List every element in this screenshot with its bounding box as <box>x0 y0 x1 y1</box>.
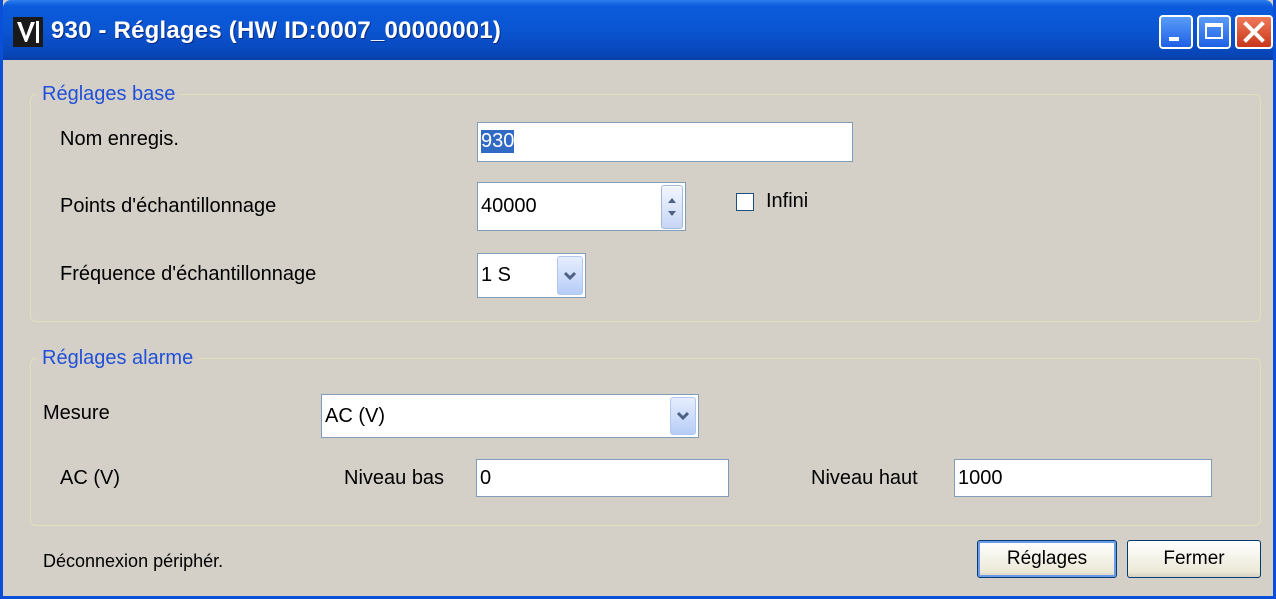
measure-label: Mesure <box>43 402 110 424</box>
alarm-unit-label: AC (V) <box>60 467 120 489</box>
alarm-settings-legend: Réglages alarme <box>37 347 199 370</box>
title-bar[interactable]: 930 - Réglages (HW ID:0007_00000001) <box>3 0 1273 60</box>
sample-frequency-label: Fréquence d'échantillonnage <box>60 263 317 285</box>
measure-dropdown-button[interactable] <box>670 397 696 435</box>
infinite-label: Infini <box>766 190 809 212</box>
record-name-value: 930 <box>481 130 515 153</box>
infinite-checkbox[interactable] <box>736 193 754 211</box>
status-text: Déconnexion périphér. <box>43 551 224 571</box>
high-level-value: 1000 <box>958 467 1003 489</box>
maximize-button[interactable] <box>1197 15 1231 49</box>
low-level-value: 0 <box>480 467 492 489</box>
window-title: 930 - Réglages (HW ID:0007_00000001) <box>51 17 502 44</box>
settings-dialog: 930 - Réglages (HW ID:0007_00000001) Rég… <box>0 0 1276 599</box>
measure-value: AC (V) <box>325 405 385 427</box>
high-level-input[interactable]: 1000 <box>954 459 1212 497</box>
chevron-down-icon <box>563 271 577 281</box>
sample-points-stepper[interactable]: 40000 <box>477 182 686 231</box>
app-logo-icon <box>13 17 43 47</box>
record-name-input[interactable]: 930 <box>477 122 853 162</box>
measure-select[interactable]: AC (V) <box>321 394 699 438</box>
high-level-label: Niveau haut <box>811 467 918 489</box>
sample-frequency-select[interactable]: 1 S <box>477 253 586 298</box>
sample-points-spinner[interactable] <box>661 185 683 229</box>
base-settings-legend: Réglages base <box>37 83 181 106</box>
sample-points-label: Points d'échantillonnage <box>60 195 277 217</box>
settings-button[interactable]: Réglages <box>977 540 1117 578</box>
sample-points-value: 40000 <box>481 195 537 217</box>
sample-frequency-dropdown-button[interactable] <box>557 256 583 295</box>
low-level-label: Niveau bas <box>344 467 445 489</box>
close-window-button[interactable] <box>1235 15 1273 49</box>
sample-frequency-value: 1 S <box>481 264 512 286</box>
close-button[interactable]: Fermer <box>1127 540 1261 578</box>
close-icon <box>1243 21 1265 43</box>
record-name-label: Nom enregis. <box>60 128 179 150</box>
alarm-settings-group: Réglages alarme <box>30 347 1261 526</box>
spinner-arrows-icon <box>668 198 676 216</box>
chevron-down-icon <box>676 411 690 421</box>
minimize-button[interactable] <box>1159 15 1193 49</box>
low-level-input[interactable]: 0 <box>476 459 729 497</box>
